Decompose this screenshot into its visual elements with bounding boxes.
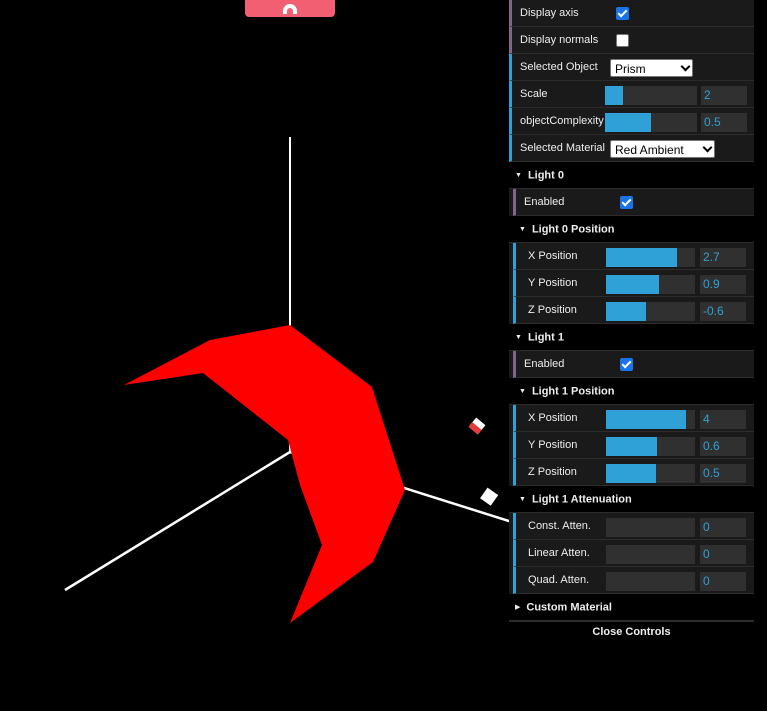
light-0-z-slider[interactable] [606, 302, 695, 321]
display-axis-row: Display axis [509, 0, 754, 27]
light-0-position-title: Light 0 Position [531, 223, 615, 236]
light-0-z-slider-fill [606, 302, 647, 321]
const-atten-input[interactable]: 0 [700, 518, 746, 537]
light-1-title: Light 1 [527, 331, 564, 344]
scale-input[interactable]: 2 [701, 86, 747, 105]
selected-object-select[interactable]: Prism [610, 59, 693, 77]
quad-atten-slider[interactable] [606, 572, 695, 591]
scale-label: Scale [520, 88, 548, 100]
selected-object-label: Selected Object [520, 61, 598, 73]
linear-atten-input[interactable]: 0 [700, 545, 746, 564]
light-1-enabled-label: Enabled [524, 358, 565, 370]
scale-row: Scale 2 [509, 81, 754, 108]
selected-object-value: Prism [615, 62, 646, 76]
light-1-x-slider[interactable] [606, 410, 695, 429]
triangle-down-icon: ▼ [519, 226, 526, 233]
selected-material-value: Red Ambient [615, 143, 684, 157]
light-0-folder-title[interactable]: ▼ Light 0 [509, 162, 754, 189]
custom-material-title: Custom Material [526, 601, 612, 614]
red-prism-object [124, 325, 405, 623]
light-0-enabled-row: Enabled [513, 189, 754, 216]
const-atten-row: Const. Atten. 0 [513, 513, 754, 540]
object-complexity-slider[interactable] [605, 113, 697, 132]
triangle-down-icon: ▼ [515, 334, 522, 341]
light-0-x-input[interactable]: 2.7 [700, 248, 746, 267]
light-0-x-slider-fill [606, 248, 678, 267]
light-1-position-folder-title[interactable]: ▼ Light 1 Position [509, 378, 754, 405]
display-axis-checkbox[interactable] [616, 7, 629, 20]
light-0-y-row: Y Position 0.9 [513, 270, 754, 297]
light-0-enabled-label: Enabled [524, 196, 565, 208]
object-complexity-row: objectComplexity 0.5 [509, 108, 754, 135]
light-1-y-input[interactable]: 0.6 [700, 437, 746, 456]
light-0-marker [468, 417, 486, 435]
light-1-z-row: Z Position 0.5 [513, 459, 754, 486]
selected-material-select[interactable]: Red Ambient [610, 140, 715, 158]
light-0-position-folder-title[interactable]: ▼ Light 0 Position [509, 216, 754, 243]
light-0-z-row: Z Position -0.6 [513, 297, 754, 324]
triangle-down-icon: ▼ [519, 496, 526, 503]
light-1-attenuation-title: Light 1 Attenuation [531, 493, 632, 506]
light-0-enabled-checkbox[interactable] [620, 196, 633, 209]
arch-icon [283, 4, 297, 14]
light-0-y-slider-fill [606, 275, 660, 294]
controls-panel: Display axis Display normals Selected Ob… [509, 0, 754, 642]
triangle-right-icon: ▶ [515, 604, 521, 611]
light-0-y-slider[interactable] [606, 275, 695, 294]
light-1-z-input[interactable]: 0.5 [700, 464, 746, 483]
light-1-x-input[interactable]: 4 [700, 410, 746, 429]
light-1-x-row: X Position 4 [513, 405, 754, 432]
light-1-enabled-checkbox[interactable] [620, 358, 633, 371]
triangle-down-icon: ▼ [515, 172, 522, 179]
top-tab-button[interactable] [245, 0, 335, 17]
light-1-z-slider[interactable] [606, 464, 695, 483]
light-0-x-slider[interactable] [606, 248, 695, 267]
light-0-title: Light 0 [527, 169, 564, 182]
selected-material-label: Selected Material [520, 142, 605, 154]
display-normals-row: Display normals [509, 27, 754, 54]
light-1-position-title: Light 1 Position [531, 385, 615, 398]
linear-atten-slider[interactable] [606, 545, 695, 564]
light-1-enabled-row: Enabled [513, 351, 754, 378]
light-1-folder-title[interactable]: ▼ Light 1 [509, 324, 754, 351]
display-normals-label: Display normals [520, 34, 599, 46]
z-axis-line [64, 450, 291, 592]
display-axis-label: Display axis [520, 7, 579, 19]
linear-atten-row: Linear Atten. 0 [513, 540, 754, 567]
light-1-y-slider[interactable] [606, 437, 695, 456]
selected-material-row: Selected Material Red Ambient [509, 135, 754, 162]
chevron-down-icon [680, 61, 691, 72]
quad-atten-row: Quad. Atten. 0 [513, 567, 754, 594]
light-1-y-slider-fill [606, 437, 657, 456]
light-0-y-input[interactable]: 0.9 [700, 275, 746, 294]
object-complexity-slider-fill [605, 113, 651, 132]
object-complexity-input[interactable]: 0.5 [701, 113, 747, 132]
display-normals-checkbox[interactable] [616, 34, 629, 47]
light-1-attenuation-folder-title[interactable]: ▼ Light 1 Attenuation [509, 486, 754, 513]
selected-object-row: Selected Object Prism [509, 54, 754, 81]
light-0-x-row: X Position 2.7 [513, 243, 754, 270]
quad-atten-input[interactable]: 0 [700, 572, 746, 591]
light-1-marker [480, 487, 499, 506]
light-0-z-input[interactable]: -0.6 [700, 302, 746, 321]
scale-slider-fill [605, 86, 624, 105]
light-1-x-slider-fill [606, 410, 687, 429]
object-complexity-label: objectComplexity [520, 115, 604, 127]
custom-material-folder-title[interactable]: ▶ Custom Material [509, 594, 754, 621]
const-atten-slider[interactable] [606, 518, 695, 537]
triangle-down-icon: ▼ [519, 388, 526, 395]
scale-slider[interactable] [605, 86, 697, 105]
close-controls-button[interactable]: Close Controls [509, 621, 754, 642]
chevron-down-icon [702, 142, 713, 153]
light-1-y-row: Y Position 0.6 [513, 432, 754, 459]
light-1-z-slider-fill [606, 464, 656, 483]
